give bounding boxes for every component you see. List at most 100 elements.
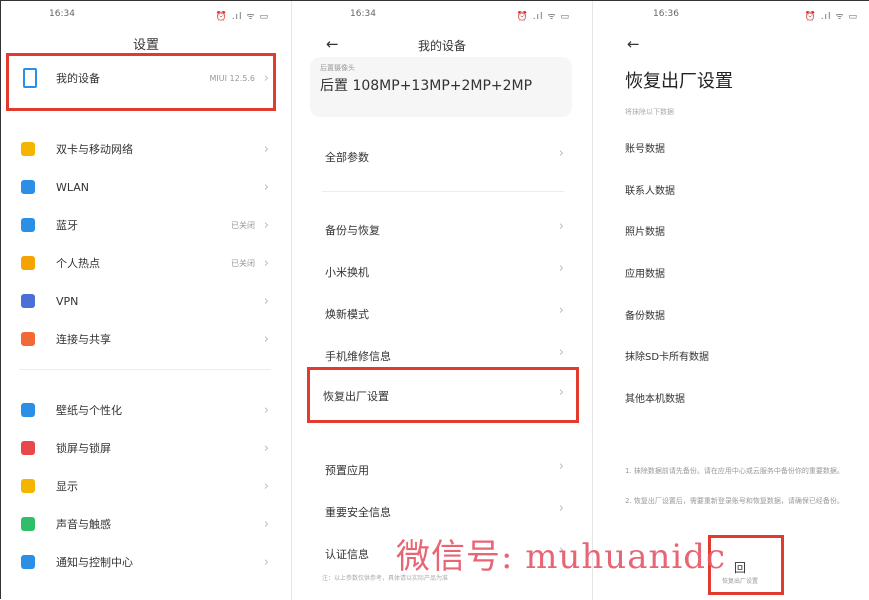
sim-card-icon [21, 142, 35, 156]
settings-row-label: 通知与控制中心 [56, 556, 133, 569]
status-icons: ⏰ .ıl ᯤ ▭ [516, 12, 570, 22]
wipe-item: 其他本机数据 [625, 394, 685, 405]
wallpaper-icon [21, 403, 35, 417]
status-time: 16:36 [653, 9, 679, 19]
wipe-item: 抹除SD卡所有数据 [625, 352, 710, 363]
settings-row[interactable]: 声音与触感 › [1, 510, 291, 538]
menu-item-label: 备份与恢复 [325, 224, 380, 237]
menu-item-backup[interactable]: 备份与恢复 › [292, 215, 592, 243]
page-title: 设置 [132, 38, 159, 53]
my-device-panel: 16:34 ⏰ .ıl ᯤ ▭ ← 我的设备 后置摄像头 后置 108MP+13… [292, 1, 592, 600]
all-params-label: 全部参数 [325, 151, 369, 164]
chevron-right-icon: › [558, 459, 564, 474]
sound-icon [21, 517, 35, 531]
menu-item-repair-info[interactable]: 手机维修信息 › [292, 341, 592, 369]
settings-row[interactable]: 双卡与移动网络 › [1, 135, 291, 163]
settings-row-value: 已关闭 [231, 258, 255, 268]
menu-item-label: 手机维修信息 [325, 350, 391, 363]
highlight-box [6, 53, 276, 111]
settings-row[interactable]: 连接与共享 › [1, 325, 291, 353]
camera-label: 后置摄像头 [320, 64, 355, 72]
camera-value: 后置 108MP+13MP+2MP+2MP [320, 78, 533, 94]
menu-item-label: 重要安全信息 [325, 506, 391, 519]
settings-row[interactable]: 蓝牙 已关闭 › [1, 211, 291, 239]
chevron-right-icon: › [263, 478, 269, 494]
menu-item-label: 焕新模式 [325, 308, 369, 321]
highlight-box [307, 367, 579, 423]
watermark-text: 微信号: muhuanidc [396, 537, 727, 577]
wipe-item: 联系人数据 [625, 186, 675, 197]
menu-item-preinstalled[interactable]: 预置应用 › [292, 455, 592, 483]
settings-row-label: 显示 [56, 480, 78, 493]
settings-row-label: 连接与共享 [56, 333, 111, 346]
settings-row-label: WLAN [56, 180, 90, 194]
settings-row-label: 声音与触感 [56, 518, 111, 531]
chevron-right-icon: › [263, 402, 269, 418]
chevron-right-icon: › [558, 219, 564, 234]
factory-reset-panel: 16:36 ⏰ .ıl ᯤ ▭ ← 恢复出厂设置 将抹除以下数据 账号数据 联系… [593, 1, 869, 600]
menu-item-label: 预置应用 [325, 464, 369, 477]
settings-row[interactable]: WLAN › [1, 173, 291, 201]
back-arrow-icon[interactable]: ← [627, 35, 640, 53]
menu-item-label: 小米换机 [325, 266, 369, 279]
status-time: 16:34 [350, 9, 376, 19]
menu-item-safety[interactable]: 重要安全信息 › [292, 497, 592, 525]
page-subtitle: 将抹除以下数据 [625, 108, 674, 116]
notice-2: 2. 恢复出厂设置后，需要重新登录账号和恢复数据，请确保已经备份。 [625, 497, 844, 505]
chevron-right-icon: › [558, 303, 564, 318]
settings-panel: 16:34 ⏰ .ıl ᯤ ▭ 设置 我的设备 MIUI 12.5.6 › 双卡… [1, 1, 291, 600]
menu-item-renew-mode[interactable]: 焕新模式 › [292, 299, 592, 327]
lock-icon [21, 441, 35, 455]
chevron-right-icon: › [263, 179, 269, 195]
chevron-right-icon: › [558, 146, 564, 161]
status-time: 16:34 [49, 9, 75, 19]
notification-icon [21, 555, 35, 569]
bluetooth-icon [21, 218, 35, 232]
divider [322, 191, 564, 192]
status-icons: ⏰ .ıl ᯤ ▭ [215, 12, 269, 22]
status-bar: 16:36 ⏰ .ıl ᯤ ▭ [593, 9, 869, 23]
vpn-icon [21, 294, 35, 308]
settings-row-label: 锁屏与锁屏 [56, 442, 111, 455]
settings-row[interactable]: 个人热点 已关闭 › [1, 249, 291, 277]
display-icon [21, 479, 35, 493]
chevron-right-icon: › [263, 331, 269, 347]
hotspot-icon [21, 256, 35, 270]
menu-item-mi-mover[interactable]: 小米换机 › [292, 257, 592, 285]
chevron-right-icon: › [558, 345, 564, 360]
settings-row[interactable]: 壁纸与个性化 › [1, 396, 291, 424]
share-icon [21, 332, 35, 346]
notice-1: 1. 抹除数据前请先备份。请在应用中心或云服务中备份你的重要数据。 [625, 467, 844, 475]
status-bar: 16:34 ⏰ .ıl ᯤ ▭ [1, 9, 291, 23]
chevron-right-icon: › [263, 141, 269, 157]
settings-row[interactable]: 显示 › [1, 472, 291, 500]
chevron-right-icon: › [558, 261, 564, 276]
chevron-right-icon: › [263, 293, 269, 309]
status-bar: 16:34 ⏰ .ıl ᯤ ▭ [292, 9, 592, 23]
menu-item-label: 认证信息 [325, 548, 369, 561]
settings-row-label: VPN [56, 294, 79, 308]
chevron-right-icon: › [558, 501, 564, 516]
all-params-row[interactable]: 全部参数 › [292, 142, 592, 170]
wipe-item: 账号数据 [625, 144, 665, 155]
wipe-item: 备份数据 [625, 311, 665, 322]
chevron-right-icon: › [263, 554, 269, 570]
settings-row-label: 个人热点 [56, 257, 100, 270]
wipe-item: 照片数据 [625, 227, 665, 238]
camera-card: 后置摄像头 后置 108MP+13MP+2MP+2MP [310, 57, 572, 117]
settings-row-label: 蓝牙 [56, 219, 78, 232]
settings-row[interactable]: VPN › [1, 287, 291, 315]
settings-row-label: 双卡与移动网络 [56, 143, 133, 156]
chevron-right-icon: › [263, 255, 269, 271]
chevron-right-icon: › [263, 440, 269, 456]
settings-row[interactable]: 锁屏与锁屏 › [1, 434, 291, 462]
settings-row-label: 壁纸与个性化 [56, 404, 122, 417]
chevron-right-icon: › [263, 217, 269, 233]
wifi-icon [21, 180, 35, 194]
divider [19, 369, 271, 370]
settings-row-value: 已关闭 [231, 220, 255, 230]
page-title: 我的设备 [417, 39, 466, 53]
page-title: 恢复出厂设置 [625, 71, 733, 92]
settings-row[interactable]: 通知与控制中心 › [1, 548, 291, 576]
wipe-item: 应用数据 [625, 269, 665, 280]
